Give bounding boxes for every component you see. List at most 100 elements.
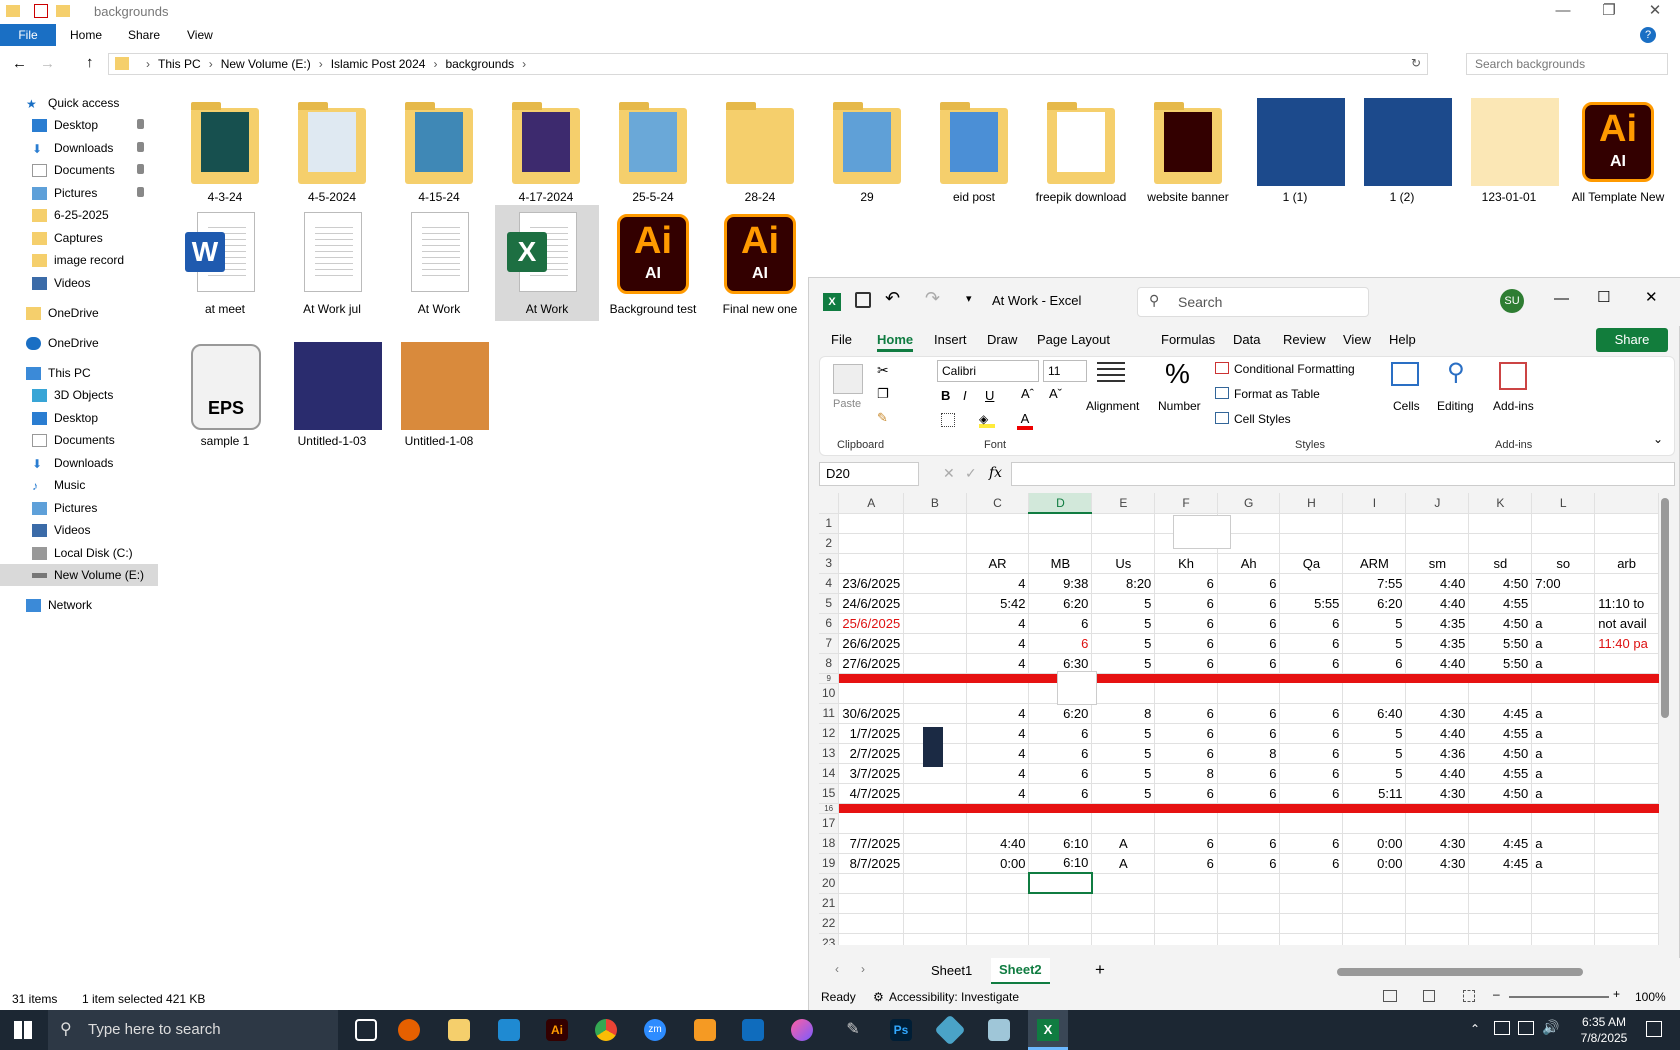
cell[interactable]: A (1091, 833, 1156, 854)
close-icon[interactable]: ✕ (1632, 0, 1678, 24)
row-header[interactable]: 3 (819, 553, 840, 574)
cell[interactable]: 7:55 (1342, 573, 1407, 594)
cell[interactable] (1217, 813, 1281, 834)
cell[interactable]: 4:45 (1468, 833, 1533, 854)
folder-item[interactable]: 4-17-2024 (494, 98, 598, 204)
cell[interactable] (1468, 683, 1533, 704)
back-arrow-icon[interactable]: ← (12, 55, 27, 72)
nav-pc-downloads[interactable]: ⬇ Downloads (0, 452, 158, 474)
cell[interactable]: 5:55 (1279, 593, 1344, 614)
bold-icon[interactable]: B (941, 388, 950, 403)
cell[interactable]: a (1531, 633, 1596, 654)
photoshop-icon[interactable]: Ps (890, 1019, 912, 1041)
name-box[interactable]: D20 (819, 462, 919, 486)
cell[interactable] (1468, 803, 1532, 813)
cell[interactable]: 24/6/2025 (838, 593, 905, 614)
cell[interactable] (1279, 873, 1344, 894)
font-color-icon[interactable]: A (1017, 411, 1033, 430)
firefox-icon[interactable] (398, 1019, 420, 1041)
cell[interactable]: 6 (1154, 783, 1218, 804)
alignment-button[interactable]: Alignment (1086, 399, 1139, 413)
cell[interactable] (1091, 673, 1155, 683)
cell[interactable] (1531, 913, 1596, 934)
cell[interactable]: 6 (1217, 763, 1281, 784)
percent-icon[interactable]: % (1165, 358, 1190, 390)
cell[interactable] (1279, 933, 1344, 945)
cell[interactable]: 4 (966, 653, 1030, 674)
home-tab[interactable]: Home (70, 28, 102, 42)
cell[interactable] (1154, 673, 1218, 683)
tab-insert[interactable]: Insert (934, 332, 967, 347)
cell[interactable] (1342, 933, 1407, 945)
folder-item[interactable]: 4-15-24 (387, 98, 491, 204)
cell[interactable] (1091, 873, 1156, 894)
cell[interactable] (1594, 653, 1659, 674)
cell[interactable] (903, 853, 967, 874)
cell[interactable]: 1/7/2025 (838, 723, 905, 744)
next-sheet-icon[interactable]: › (861, 962, 865, 976)
close-icon[interactable]: ✕ (1645, 288, 1658, 306)
cell[interactable] (1405, 533, 1470, 554)
cell[interactable] (1091, 803, 1155, 813)
cell[interactable] (1531, 893, 1596, 914)
add-sheet-icon[interactable]: + (1095, 960, 1105, 980)
cell[interactable] (966, 513, 1030, 534)
word-file-item[interactable]: Wat meet (173, 210, 277, 316)
row-header[interactable]: 4 (819, 573, 840, 594)
row-header[interactable]: 15 (819, 783, 840, 804)
underline-icon[interactable]: U (985, 388, 994, 403)
cell[interactable] (903, 613, 967, 634)
row-header[interactable]: 22 (819, 913, 840, 934)
cell[interactable] (1405, 893, 1470, 914)
cell[interactable]: 6 (1217, 723, 1281, 744)
cell[interactable]: 6 (1279, 613, 1344, 634)
folder-item[interactable]: 4-5-2024 (280, 98, 384, 204)
cell[interactable]: Us (1091, 553, 1156, 574)
cell[interactable] (1217, 913, 1281, 934)
nav-downloads[interactable]: ⬇ Downloads (0, 137, 158, 159)
cell[interactable]: 25/6/2025 (838, 613, 905, 634)
cell[interactable] (1531, 803, 1595, 813)
cell[interactable] (1594, 813, 1659, 834)
image-item[interactable]: 123-01-01 (1457, 98, 1561, 204)
enter-formula-icon[interactable]: ✓ (965, 465, 977, 482)
cell[interactable]: ARM (1342, 553, 1407, 574)
cell[interactable] (903, 803, 967, 813)
cell[interactable] (966, 933, 1030, 945)
cell[interactable]: 4:50 (1468, 743, 1533, 764)
cell[interactable]: 5 (1342, 633, 1407, 654)
cell[interactable]: 5:11 (1342, 783, 1407, 804)
row-header[interactable]: 19 (819, 853, 840, 874)
cell[interactable]: 4/7/2025 (838, 783, 905, 804)
page-break-icon[interactable] (1463, 990, 1475, 1002)
cell[interactable] (1594, 853, 1659, 874)
italic-icon[interactable]: I (963, 388, 967, 403)
search-input[interactable]: Search backgrounds (1466, 53, 1668, 75)
cell[interactable] (838, 683, 905, 704)
nav-onedrive-1[interactable]: OneDrive (0, 302, 158, 324)
nav-pc-documents[interactable]: Documents (0, 429, 158, 451)
cell[interactable]: 4:30 (1405, 703, 1470, 724)
cell[interactable]: 3/7/2025 (838, 763, 905, 784)
help-icon[interactable]: ? (1640, 27, 1656, 43)
cell[interactable] (1594, 573, 1659, 594)
worksheet-grid[interactable]: ABCDEFGHIJKL 1 2 3 AR MB Us Kh Ah Qa ARM sm sd so arb… (819, 493, 1659, 945)
cell[interactable]: 5 (1342, 763, 1407, 784)
cell[interactable]: 6 (1217, 853, 1281, 874)
column-header[interactable]: K (1468, 493, 1533, 514)
cell[interactable] (838, 533, 905, 554)
cell[interactable]: AR (966, 553, 1030, 574)
cell[interactable] (1594, 703, 1659, 724)
image-item[interactable]: Untitled-1-08 (387, 342, 491, 448)
tab-help[interactable]: Help (1389, 332, 1416, 347)
cell[interactable] (1468, 513, 1533, 534)
column-header[interactable]: L (1531, 493, 1596, 514)
ai-file-item[interactable]: Ai AI Final new one (708, 210, 812, 316)
alignment-icon[interactable] (1097, 362, 1125, 384)
cell[interactable] (1531, 513, 1596, 534)
column-header[interactable]: D (1028, 493, 1093, 514)
cell[interactable] (903, 813, 967, 834)
cell[interactable] (966, 673, 1029, 683)
cell[interactable] (1028, 913, 1093, 934)
cell[interactable]: a (1531, 743, 1596, 764)
